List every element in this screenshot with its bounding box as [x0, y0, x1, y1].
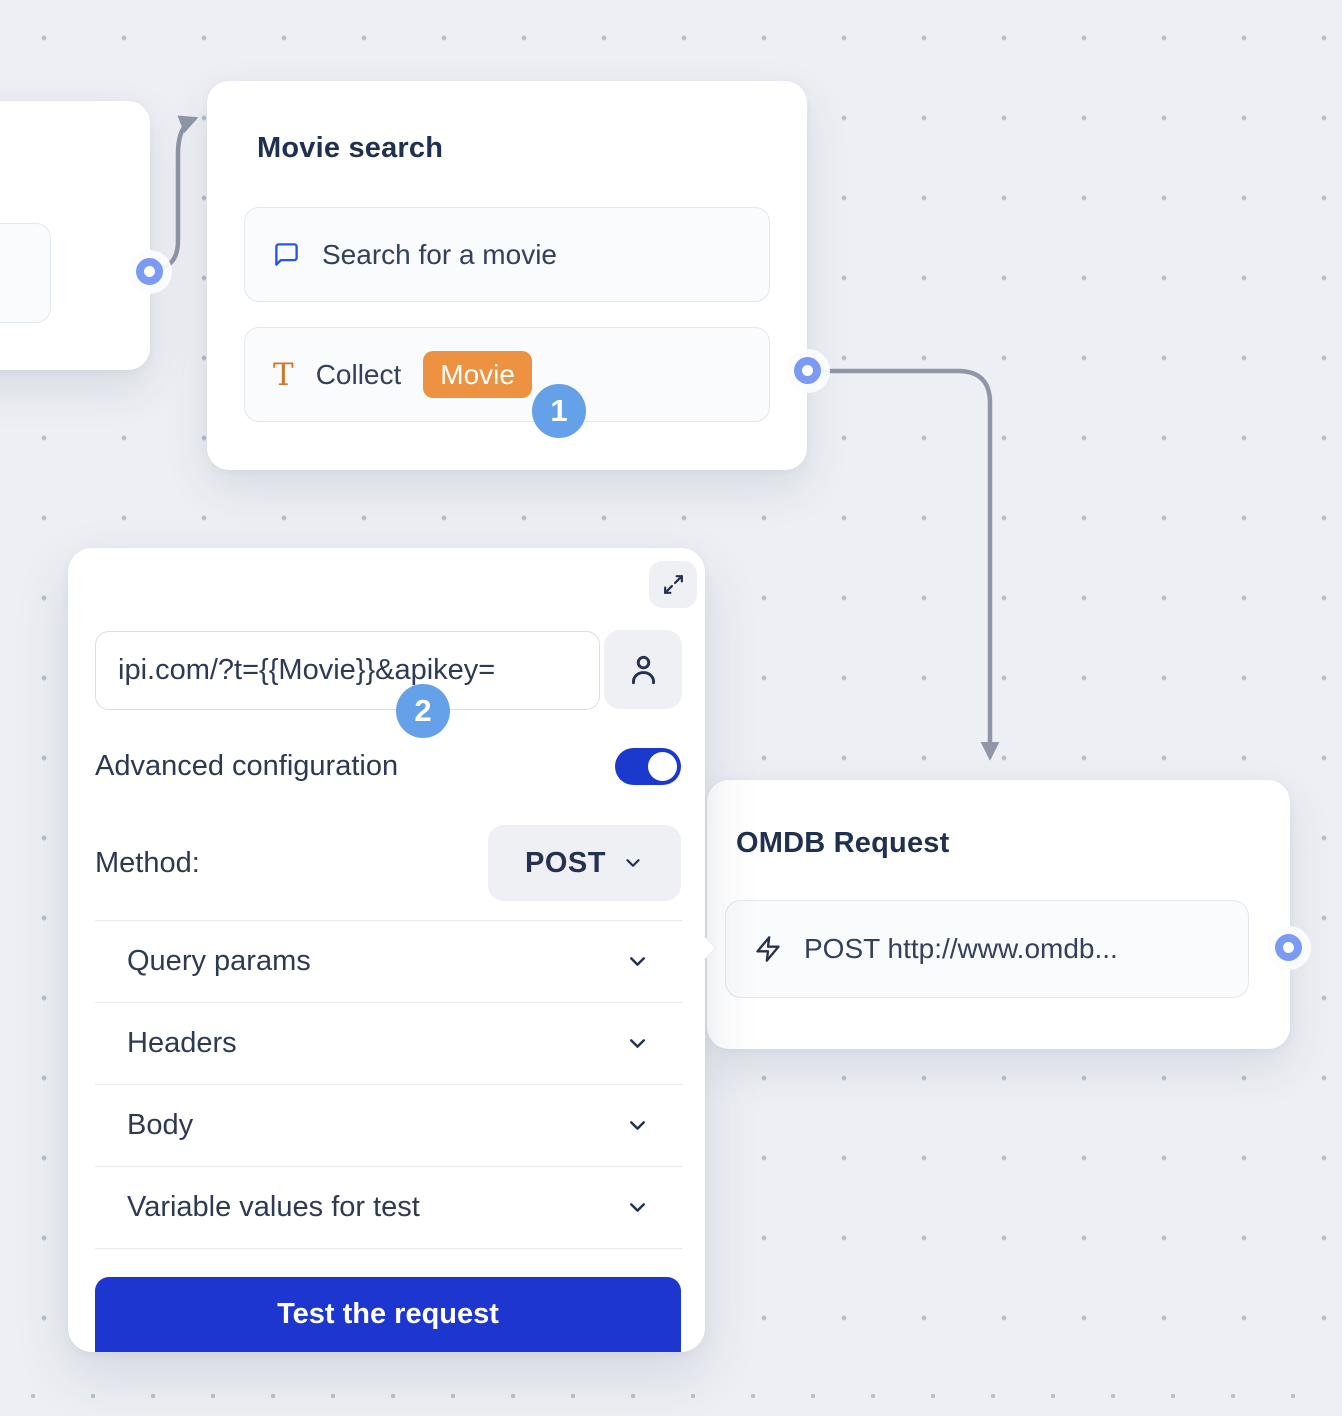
- webhook-url-value: ipi.com/?t={{Movie}}&apikey=: [118, 654, 495, 687]
- text-input-icon: T: [273, 357, 294, 393]
- accordion-label: Headers: [127, 1027, 237, 1060]
- variables-button[interactable]: [604, 630, 682, 709]
- flow-canvas: { "canvas": { "background": "#edeff4", "…: [0, 0, 1342, 1416]
- block-label: Search for a movie: [322, 239, 557, 271]
- method-label: Method:: [95, 847, 200, 880]
- test-the-request-button[interactable]: Test the request: [95, 1277, 681, 1352]
- webhook-config-panel: ipi.com/?t={{Movie}}&apikey= Advanced co…: [68, 548, 705, 1352]
- output-port-partial-node[interactable]: [128, 250, 172, 294]
- advanced-configuration-toggle[interactable]: [615, 748, 681, 785]
- method-value: POST: [525, 847, 606, 880]
- chevron-down-icon: [625, 1195, 650, 1220]
- output-port-omdb[interactable]: [1267, 926, 1311, 970]
- webhook-url-input[interactable]: ipi.com/?t={{Movie}}&apikey=: [95, 631, 600, 710]
- toggle-knob: [648, 752, 677, 781]
- message-block-search-for-a-movie[interactable]: Search for a movie: [244, 207, 770, 302]
- port-ring: [794, 357, 821, 384]
- expand-panel-button[interactable]: [649, 561, 697, 608]
- accordion-label: Query params: [127, 945, 311, 978]
- output-port-movie-search[interactable]: [786, 349, 830, 393]
- method-select[interactable]: POST: [488, 825, 681, 901]
- method-row: Method: POST: [95, 825, 681, 901]
- person-icon: [625, 651, 662, 688]
- accordion-query-params[interactable]: Query params: [95, 921, 682, 1001]
- block-label: Collect: [316, 359, 402, 391]
- accordion-label: Body: [127, 1109, 193, 1142]
- advanced-configuration-label: Advanced configuration: [95, 750, 398, 783]
- step-badge-1: 1: [532, 384, 586, 438]
- canvas-dot-grid-bottom: [0, 1362, 1342, 1416]
- chat-bubble-icon: [273, 241, 300, 268]
- node-title: OMDB Request: [736, 827, 949, 860]
- accordion-headers[interactable]: Headers: [95, 1003, 682, 1083]
- node-title: Movie search: [257, 132, 443, 165]
- block-label: POST http://www.omdb...: [804, 933, 1118, 965]
- chevron-down-icon: [625, 1113, 650, 1138]
- partial-node-item[interactable]: [0, 223, 51, 323]
- webhook-block-post-omdb[interactable]: POST http://www.omdb...: [725, 900, 1249, 998]
- chevron-down-icon: [625, 1031, 650, 1056]
- accordion-variable-values[interactable]: Variable values for test: [95, 1167, 682, 1247]
- zap-icon: [754, 935, 782, 963]
- accordion-body[interactable]: Body: [95, 1085, 682, 1165]
- port-ring: [136, 258, 163, 285]
- accordion-label: Variable values for test: [127, 1191, 420, 1224]
- variable-chip-movie[interactable]: Movie: [423, 351, 532, 399]
- expand-icon: [661, 572, 686, 597]
- collect-input-block[interactable]: T Collect Movie: [244, 327, 770, 422]
- advanced-configuration-row: Advanced configuration: [95, 744, 681, 788]
- divider: [95, 1248, 682, 1249]
- chevron-down-icon: [622, 852, 644, 874]
- movie-search-node[interactable]: Movie search Search for a movie T Collec…: [207, 81, 807, 470]
- omdb-request-node[interactable]: OMDB Request POST http://www.omdb...: [707, 780, 1290, 1049]
- partial-node-card[interactable]: [0, 101, 150, 370]
- step-badge-2: 2: [396, 684, 450, 738]
- port-ring: [1275, 934, 1302, 961]
- chevron-down-icon: [625, 949, 650, 974]
